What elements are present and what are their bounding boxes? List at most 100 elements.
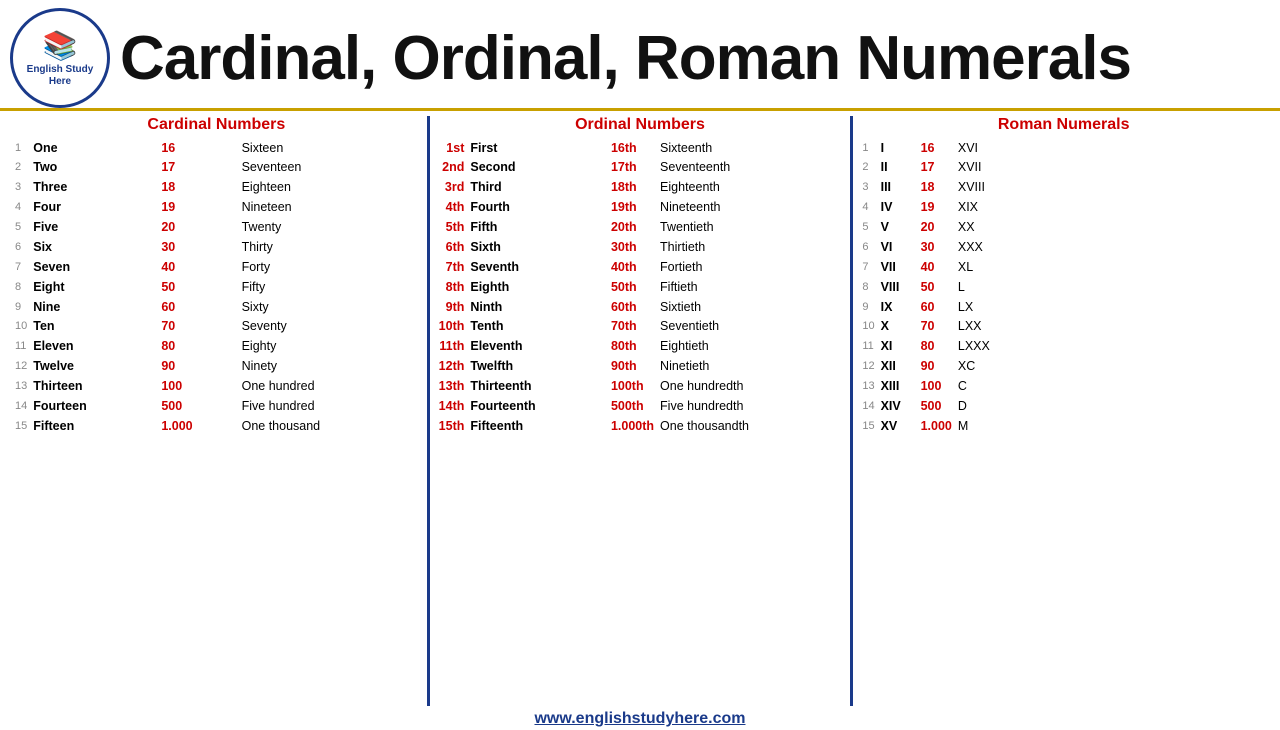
ordinal-word2: Sixteenth [657,138,844,158]
roman-num2: 20 [918,218,955,238]
table-row: 11 Eleven 80 Eighty [12,337,421,357]
cardinal-word2: Thirty [239,237,421,257]
roman-num: 7 [859,257,877,277]
cardinal-num2: 20 [158,218,238,238]
roman-num: 13 [859,377,877,397]
roman-word2: LX [955,297,1268,317]
cardinal-num2: 90 [158,357,238,377]
roman-num: 12 [859,357,877,377]
cardinal-word2: Seventeen [239,158,421,178]
ordinal-num2: 20th [608,218,657,238]
roman-num2: 17 [918,158,955,178]
table-row: 7 VII 40 XL [859,257,1268,277]
logo: 📚 English Study Here [10,8,110,108]
cardinal-word: Ten [30,317,158,337]
cardinal-num: 3 [12,178,30,198]
roman-word2: XIX [955,198,1268,218]
ordinal-word2: Sixtieth [657,297,844,317]
cardinal-word: Five [30,218,158,238]
ordinal-num2: 17th [608,158,657,178]
divider-1 [427,116,430,706]
cardinal-num2: 19 [158,198,238,218]
ordinal-word2: Eightieth [657,337,844,357]
ordinal-word2: Fiftieth [657,277,844,297]
table-row: 13 Thirteen 100 One hundred [12,377,421,397]
ordinal-word: Thirteenth [467,377,608,397]
cardinal-num2: 500 [158,396,238,416]
cardinal-word: Six [30,237,158,257]
page-title: Cardinal, Ordinal, Roman Numerals [120,23,1131,94]
roman-num: 14 [859,396,877,416]
cardinal-word2: Forty [239,257,421,277]
table-row: 10 X 70 LXX [859,317,1268,337]
ordinal-num: 6th [436,237,468,257]
cardinal-word2: Twenty [239,218,421,238]
ordinal-word: Eleventh [467,337,608,357]
roman-num2: 70 [918,317,955,337]
ordinal-num2: 40th [608,257,657,277]
table-row: 1st First 16th Sixteenth [436,138,845,158]
ordinal-title: Ordinal Numbers [436,116,845,134]
cardinal-num2: 1.000 [158,416,238,436]
roman-word2: L [955,277,1268,297]
roman-word: VI [878,237,918,257]
cardinal-word: Fourteen [30,396,158,416]
page: 📚 English Study Here Cardinal, Ordinal, … [0,0,1280,720]
roman-word: XIII [878,377,918,397]
cardinal-word2: One hundred [239,377,421,397]
ordinal-word: Seventh [467,257,608,277]
cardinal-word2: Five hundred [239,396,421,416]
ordinal-word: Eighth [467,277,608,297]
ordinal-num2: 19th [608,198,657,218]
roman-title: Roman Numerals [859,116,1268,134]
roman-num2: 16 [918,138,955,158]
ordinal-num2: 1.000th [608,416,657,436]
ordinal-num: 7th [436,257,468,277]
cardinal-num: 10 [12,317,30,337]
roman-word: VII [878,257,918,277]
cardinal-word2: One thousand [239,416,421,436]
roman-num2: 50 [918,277,955,297]
cardinal-word: Two [30,158,158,178]
ordinal-word2: Seventeenth [657,158,844,178]
roman-section: Roman Numerals 1 I 16 XVI 2 II 17 XVII 3… [855,116,1272,706]
ordinal-num2: 500th [608,396,657,416]
website-url: www.englishstudyhere.com [534,710,745,727]
roman-word2: LXX [955,317,1268,337]
cardinal-word: Twelve [30,357,158,377]
cardinal-table: 1 One 16 Sixteen 2 Two 17 Seventeen 3 Th… [12,138,421,436]
ordinal-num: 2nd [436,158,468,178]
table-row: 2 Two 17 Seventeen [12,158,421,178]
ordinal-num: 8th [436,277,468,297]
table-row: 8 VIII 50 L [859,277,1268,297]
ordinal-num2: 70th [608,317,657,337]
ordinal-num: 5th [436,218,468,238]
roman-num2: 40 [918,257,955,277]
roman-word: XI [878,337,918,357]
cardinal-word: Fifteen [30,416,158,436]
table-row: 6th Sixth 30th Thirtieth [436,237,845,257]
roman-num: 11 [859,337,877,357]
ordinal-word2: Nineteenth [657,198,844,218]
roman-num: 10 [859,317,877,337]
roman-word: I [878,138,918,158]
ordinal-num: 13th [436,377,468,397]
table-row: 9 Nine 60 Sixty [12,297,421,317]
table-row: 15th Fifteenth 1.000th One thousandth [436,416,845,436]
cardinal-word: Thirteen [30,377,158,397]
roman-num2: 60 [918,297,955,317]
ordinal-word: Third [467,178,608,198]
roman-num: 2 [859,158,877,178]
roman-word: II [878,158,918,178]
cardinal-word2: Ninety [239,357,421,377]
roman-word2: XVI [955,138,1268,158]
roman-num2: 500 [918,396,955,416]
roman-num: 15 [859,416,877,436]
ordinal-word2: Ninetieth [657,357,844,377]
cardinal-num: 4 [12,198,30,218]
cardinal-num: 15 [12,416,30,436]
cardinal-num2: 70 [158,317,238,337]
table-row: 13 XIII 100 C [859,377,1268,397]
table-row: 14th Fourteenth 500th Five hundredth [436,396,845,416]
roman-table: 1 I 16 XVI 2 II 17 XVII 3 III 18 XVIII 4… [859,138,1268,436]
